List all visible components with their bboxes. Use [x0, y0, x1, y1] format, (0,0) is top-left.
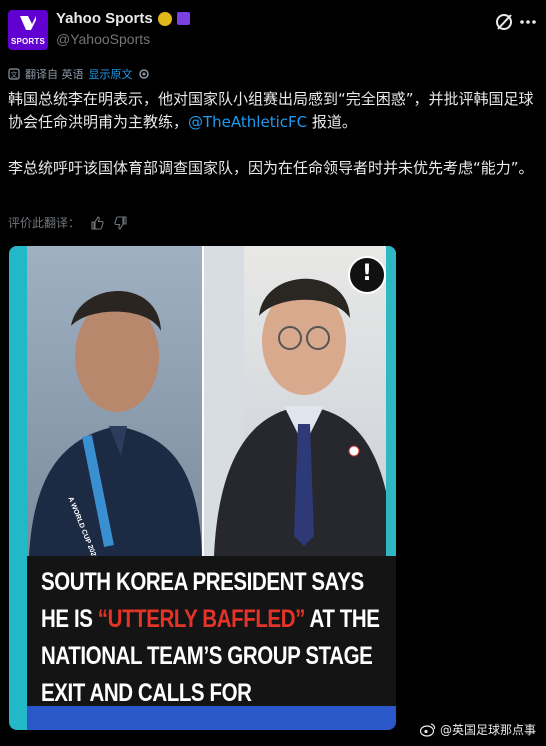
translation-label: 翻译自 英语 — [25, 68, 84, 81]
more-options-icon[interactable] — [518, 12, 538, 32]
rate-label: 评价此翻译： — [8, 216, 81, 230]
translate-icon: 文 — [8, 68, 20, 80]
avatar-label: SPORTS — [10, 37, 46, 46]
svg-text:文: 文 — [11, 70, 18, 79]
tweet-body: 韩国总统李在明表示，他对国家队小组赛出局感到“完全困惑”，并批评韩国足球协会任命… — [8, 88, 538, 203]
headline-banner: SOUTH KOREA PRESIDENT SAYS HE IS “UTTERL… — [27, 556, 396, 730]
tweet-paragraph-2: 李总统呼吁该国体育部调查国家队，因为在任命领导者时并未优先考虑“能力”。 — [8, 159, 534, 177]
thumbs-up-icon[interactable] — [90, 215, 104, 230]
decorative-stripe-bottom — [9, 556, 27, 730]
verified-badge-icon[interactable] — [157, 11, 172, 26]
weibo-logo-icon — [419, 722, 436, 737]
rate-translation: 评价此翻译： — [8, 214, 128, 231]
tweet-header: SPORTS Yahoo Sports @YahooSports — [8, 8, 538, 52]
tweet-paragraph-1: 韩国总统李在明表示，他对国家队小组赛出局感到“完全困惑”，并批评韩国足球协会任命… — [8, 90, 534, 131]
watermark: @英国足球那点事 — [419, 721, 536, 738]
user-handle[interactable]: @YahooSports — [56, 31, 150, 47]
yahoo-logo-icon — [20, 16, 36, 30]
translation-bar: 文 翻译自 英语 显示原文 — [8, 66, 150, 82]
decorative-wave — [27, 706, 396, 730]
thumbs-down-icon[interactable] — [114, 215, 128, 230]
watermark-text: @英国足球那点事 — [439, 723, 536, 737]
photo-president: ! — [204, 246, 396, 556]
settings-gear-icon[interactable] — [138, 68, 150, 80]
coach-figure — [29, 291, 202, 556]
mention-link[interactable]: @TheAthleticFC — [188, 113, 307, 131]
affiliate-badge-icon[interactable] — [176, 12, 190, 25]
alert-icon: ! — [348, 256, 386, 294]
headline-highlight: “UTTERLY BAFFLED” — [97, 605, 306, 633]
photo-coach: A WORLD CUP 2026 — [9, 246, 202, 561]
avatar[interactable]: SPORTS — [8, 10, 48, 50]
tweet-media-image[interactable]: A WORLD CUP 2026 ! SOUTH KOREA PRESIDENT… — [9, 246, 396, 730]
display-name[interactable]: Yahoo Sports — [56, 10, 153, 27]
show-original-link[interactable]: 显示原文 — [89, 66, 133, 82]
grok-icon[interactable] — [494, 12, 514, 32]
decorative-stripe-right — [386, 246, 396, 556]
